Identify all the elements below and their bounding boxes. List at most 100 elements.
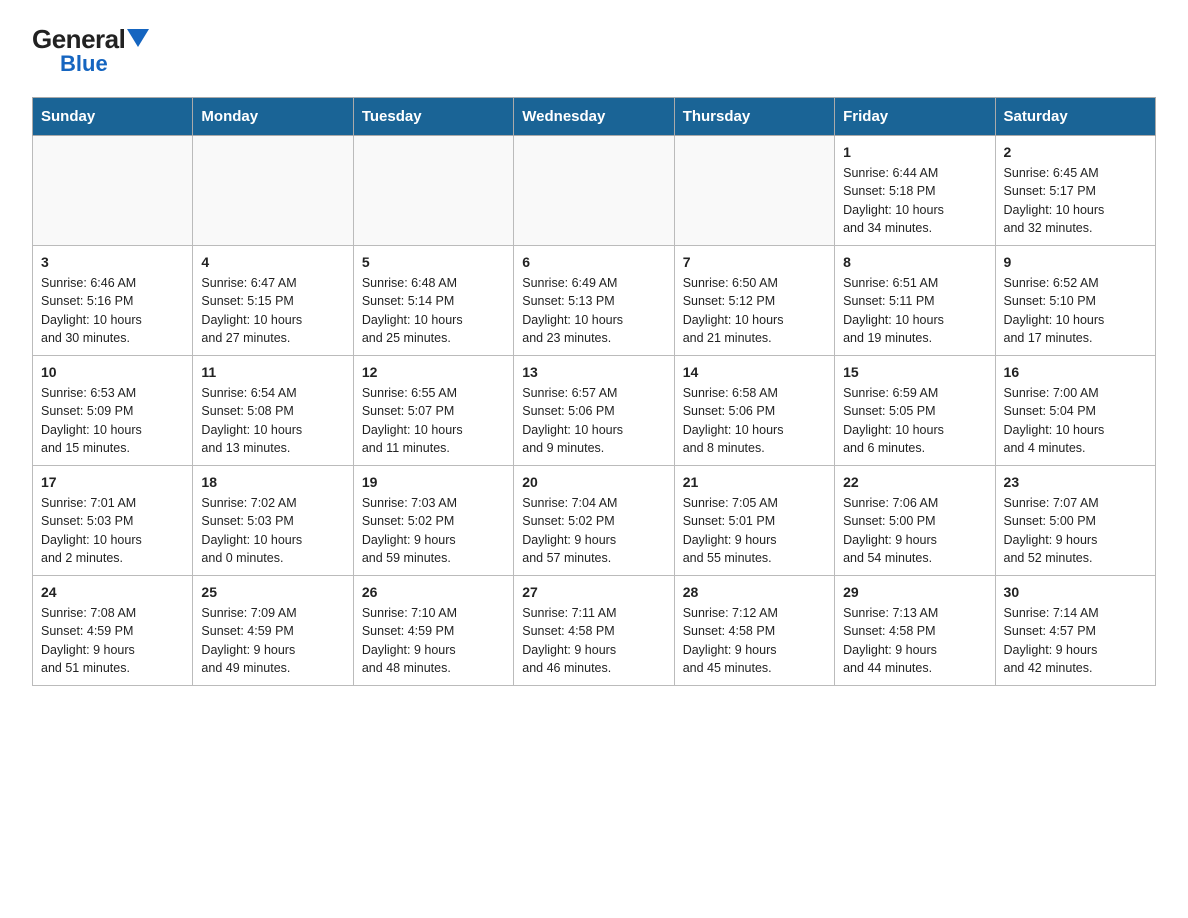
calendar-cell: 10Sunrise: 6:53 AMSunset: 5:09 PMDayligh… (33, 356, 193, 466)
calendar-cell (353, 136, 513, 246)
day-info: Sunset: 4:59 PM (201, 622, 344, 640)
day-info: Sunset: 5:11 PM (843, 292, 986, 310)
day-number: 8 (843, 252, 986, 272)
day-info: Daylight: 9 hours (362, 641, 505, 659)
day-info: Daylight: 10 hours (843, 421, 986, 439)
day-info: Sunset: 5:08 PM (201, 402, 344, 420)
calendar-cell: 6Sunrise: 6:49 AMSunset: 5:13 PMDaylight… (514, 246, 674, 356)
day-number: 17 (41, 472, 184, 492)
day-number: 22 (843, 472, 986, 492)
calendar-cell: 9Sunrise: 6:52 AMSunset: 5:10 PMDaylight… (995, 246, 1155, 356)
calendar-cell: 17Sunrise: 7:01 AMSunset: 5:03 PMDayligh… (33, 466, 193, 576)
day-info: Sunset: 5:05 PM (843, 402, 986, 420)
day-info: Sunset: 5:06 PM (522, 402, 665, 420)
calendar-cell: 30Sunrise: 7:14 AMSunset: 4:57 PMDayligh… (995, 576, 1155, 686)
day-info: and 57 minutes. (522, 549, 665, 567)
weekday-header-row: SundayMondayTuesdayWednesdayThursdayFrid… (33, 98, 1156, 136)
day-info: Sunrise: 7:03 AM (362, 494, 505, 512)
calendar-cell: 28Sunrise: 7:12 AMSunset: 4:58 PMDayligh… (674, 576, 834, 686)
day-info: Daylight: 10 hours (201, 531, 344, 549)
day-info: Sunrise: 6:48 AM (362, 274, 505, 292)
day-number: 28 (683, 582, 826, 602)
day-number: 13 (522, 362, 665, 382)
day-info: and 23 minutes. (522, 329, 665, 347)
calendar-cell: 5Sunrise: 6:48 AMSunset: 5:14 PMDaylight… (353, 246, 513, 356)
calendar-cell: 7Sunrise: 6:50 AMSunset: 5:12 PMDaylight… (674, 246, 834, 356)
day-number: 23 (1004, 472, 1147, 492)
day-info: Sunset: 5:06 PM (683, 402, 826, 420)
day-info: Sunset: 5:07 PM (362, 402, 505, 420)
calendar-cell (193, 136, 353, 246)
day-info: and 32 minutes. (1004, 219, 1147, 237)
day-info: Daylight: 9 hours (1004, 641, 1147, 659)
day-info: Daylight: 9 hours (683, 531, 826, 549)
week-row-2: 3Sunrise: 6:46 AMSunset: 5:16 PMDaylight… (33, 246, 1156, 356)
week-row-4: 17Sunrise: 7:01 AMSunset: 5:03 PMDayligh… (33, 466, 1156, 576)
logo-triangle-icon (127, 29, 149, 47)
day-info: and 44 minutes. (843, 659, 986, 677)
day-number: 24 (41, 582, 184, 602)
day-info: Sunrise: 6:54 AM (201, 384, 344, 402)
weekday-header-tuesday: Tuesday (353, 98, 513, 136)
day-info: Sunrise: 6:51 AM (843, 274, 986, 292)
day-info: Daylight: 10 hours (522, 421, 665, 439)
day-info: Sunset: 5:04 PM (1004, 402, 1147, 420)
day-info: and 59 minutes. (362, 549, 505, 567)
weekday-header-monday: Monday (193, 98, 353, 136)
day-info: Daylight: 9 hours (522, 641, 665, 659)
day-info: and 4 minutes. (1004, 439, 1147, 457)
day-info: Sunrise: 6:55 AM (362, 384, 505, 402)
day-info: Sunrise: 6:52 AM (1004, 274, 1147, 292)
day-number: 15 (843, 362, 986, 382)
day-info: Daylight: 10 hours (683, 311, 826, 329)
day-info: Sunrise: 7:07 AM (1004, 494, 1147, 512)
day-info: Sunset: 5:12 PM (683, 292, 826, 310)
calendar-cell: 19Sunrise: 7:03 AMSunset: 5:02 PMDayligh… (353, 466, 513, 576)
week-row-5: 24Sunrise: 7:08 AMSunset: 4:59 PMDayligh… (33, 576, 1156, 686)
calendar-cell: 26Sunrise: 7:10 AMSunset: 4:59 PMDayligh… (353, 576, 513, 686)
day-info: and 8 minutes. (683, 439, 826, 457)
calendar-cell: 18Sunrise: 7:02 AMSunset: 5:03 PMDayligh… (193, 466, 353, 576)
day-info: Daylight: 10 hours (683, 421, 826, 439)
day-info: Sunrise: 7:02 AM (201, 494, 344, 512)
day-info: Sunrise: 6:44 AM (843, 164, 986, 182)
weekday-header-thursday: Thursday (674, 98, 834, 136)
day-info: and 11 minutes. (362, 439, 505, 457)
day-info: Sunset: 5:10 PM (1004, 292, 1147, 310)
day-info: Sunset: 5:13 PM (522, 292, 665, 310)
day-info: Sunset: 4:59 PM (362, 622, 505, 640)
calendar-cell: 2Sunrise: 6:45 AMSunset: 5:17 PMDaylight… (995, 136, 1155, 246)
day-info: Daylight: 9 hours (683, 641, 826, 659)
day-info: Daylight: 10 hours (522, 311, 665, 329)
day-number: 3 (41, 252, 184, 272)
day-info: Daylight: 9 hours (522, 531, 665, 549)
day-info: and 25 minutes. (362, 329, 505, 347)
day-info: Daylight: 10 hours (1004, 311, 1147, 329)
day-info: Daylight: 10 hours (41, 421, 184, 439)
day-info: Sunrise: 7:06 AM (843, 494, 986, 512)
day-info: and 9 minutes. (522, 439, 665, 457)
day-info: Daylight: 9 hours (362, 531, 505, 549)
week-row-3: 10Sunrise: 6:53 AMSunset: 5:09 PMDayligh… (33, 356, 1156, 466)
day-info: Sunrise: 7:05 AM (683, 494, 826, 512)
day-info: and 52 minutes. (1004, 549, 1147, 567)
day-number: 7 (683, 252, 826, 272)
day-number: 6 (522, 252, 665, 272)
calendar-cell (33, 136, 193, 246)
day-number: 25 (201, 582, 344, 602)
logo: General Blue (32, 24, 149, 77)
calendar-cell: 15Sunrise: 6:59 AMSunset: 5:05 PMDayligh… (835, 356, 995, 466)
day-number: 27 (522, 582, 665, 602)
weekday-header-sunday: Sunday (33, 98, 193, 136)
day-info: and 45 minutes. (683, 659, 826, 677)
calendar-cell: 11Sunrise: 6:54 AMSunset: 5:08 PMDayligh… (193, 356, 353, 466)
day-info: Sunset: 5:18 PM (843, 182, 986, 200)
day-number: 18 (201, 472, 344, 492)
day-info: Daylight: 10 hours (843, 201, 986, 219)
day-info: Sunset: 5:03 PM (41, 512, 184, 530)
day-info: Sunrise: 7:14 AM (1004, 604, 1147, 622)
weekday-header-wednesday: Wednesday (514, 98, 674, 136)
day-number: 10 (41, 362, 184, 382)
day-info: Sunrise: 6:53 AM (41, 384, 184, 402)
page-header: General Blue (32, 24, 1156, 77)
